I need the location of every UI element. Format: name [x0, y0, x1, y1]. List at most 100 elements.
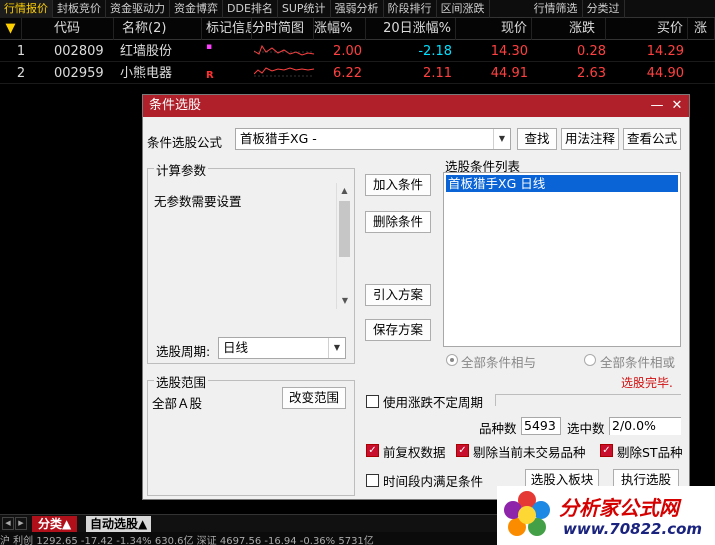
col-more[interactable]: 涨: [688, 18, 715, 40]
index-ticker: 沪 利创 1292.65 -17.42 -1.34% 630.6亿 深证 469…: [0, 536, 374, 545]
col-mark[interactable]: 标记信息: [202, 18, 252, 40]
add-condition-button[interactable]: 加入条件: [365, 174, 431, 196]
tab-quotes[interactable]: 行情报价: [0, 0, 53, 18]
col-change-pct[interactable]: 涨幅%: [314, 18, 366, 40]
tab-stage-rank[interactable]: 阶段排行: [384, 0, 437, 18]
selected-field: 2/0.0%: [609, 417, 681, 435]
tab-category[interactable]: 分类过: [583, 0, 625, 18]
formula-select[interactable]: 首板猎手XG - ▼: [235, 128, 511, 150]
col-code[interactable]: 代码: [22, 18, 114, 40]
condition-select-dialog: 条件选股 — ✕ 条件选股公式 首板猎手XG - ▼ 查找 用法注释 查看公式 …: [142, 94, 690, 500]
scope-group: 选股范围 全部Ａ股 改变范围: [147, 372, 355, 496]
row-delta: 2.63: [577, 66, 606, 81]
row-change20: -2.18: [418, 44, 452, 59]
exclude-st-checkbox[interactable]: ✓: [600, 444, 613, 457]
col-price[interactable]: 现价: [456, 18, 532, 40]
usage-note-button[interactable]: 用法注释: [561, 128, 619, 150]
import-plan-button[interactable]: 引入方案: [365, 284, 431, 306]
fq-checkbox[interactable]: ✓: [366, 444, 379, 457]
table-row[interactable]: 1 002809 红墙股份 ▪ 2.00 -2.18 14.30 0.28 14…: [0, 41, 715, 62]
tab-auto-select[interactable]: 自动选股▲: [86, 516, 152, 532]
row-sparkline: [254, 67, 314, 77]
change-scope-button[interactable]: 改变范围: [282, 387, 346, 409]
chevron-down-icon[interactable]: ▼: [328, 338, 345, 358]
col-bid[interactable]: 买价: [606, 18, 688, 40]
dialog-title-bar[interactable]: 条件选股 — ✕: [143, 95, 689, 117]
scroll-right-icon[interactable]: ▶: [15, 517, 27, 530]
time-range-label: 时间段内满足条件: [383, 474, 484, 489]
scope-value: 全部Ａ股: [152, 396, 203, 411]
calc-params-group: 计算参数 无参数需要设置 ▲ ▼ 选股周期: 日线 ▼: [147, 160, 355, 364]
period-label: 选股周期:: [156, 344, 211, 359]
period-range-field[interactable]: [495, 394, 681, 406]
count-field: 5493: [521, 417, 561, 435]
formula-label: 条件选股公式: [147, 135, 223, 150]
condition-list-item[interactable]: 首板猎手XG 日线: [446, 175, 678, 192]
chevron-down-icon[interactable]: ▼: [493, 129, 510, 149]
use-period-label: 使用涨跌不定周期: [383, 395, 484, 410]
table-row[interactable]: 2 002959 小熊电器 R 6.22 2.11 44.91 2.63 44.…: [0, 63, 715, 84]
calc-params-title: 计算参数: [154, 160, 209, 179]
dialog-title: 条件选股: [149, 98, 202, 113]
close-icon[interactable]: ✕: [667, 95, 687, 117]
col-name[interactable]: 名称(2): [114, 18, 202, 40]
find-button[interactable]: 查找: [517, 128, 557, 150]
params-scrollbar[interactable]: ▲ ▼: [336, 183, 352, 309]
use-period-checkbox[interactable]: [366, 395, 379, 408]
row-price: 14.30: [490, 44, 528, 59]
exclude-st-label: 剔除ST品种: [617, 445, 683, 460]
tab-sup-stats[interactable]: SUP统计: [278, 0, 331, 18]
row-mark: ▪: [206, 42, 213, 52]
scroll-down-icon[interactable]: ▼: [337, 293, 353, 309]
logo-url: www.70822.com: [563, 520, 703, 538]
grid-header: ▼ 代码 名称(2) 标记信息 分时简图 涨幅% 20日涨幅% 现价 涨跌 买价…: [0, 18, 715, 40]
time-range-checkbox[interactable]: [366, 474, 379, 487]
tab-fund-game[interactable]: 资金博弈: [170, 0, 223, 18]
save-plan-button[interactable]: 保存方案: [365, 319, 431, 341]
formula-value: 首板猎手XG -: [240, 131, 317, 146]
row-change-pct: 2.00: [333, 44, 362, 59]
scope-title: 选股范围: [154, 372, 209, 391]
top-tab-bar: 行情报价 封板竞价 资金驱动力 资金博弈 DDE排名 SUP统计 强弱分析 阶段…: [0, 0, 715, 18]
row-mark: R: [206, 70, 214, 81]
tab-range-change[interactable]: 区间涨跌: [437, 0, 490, 18]
tab-strength[interactable]: 强弱分析: [331, 0, 384, 18]
row-bid: 44.90: [646, 66, 684, 81]
radio-or[interactable]: [584, 354, 596, 366]
scroll-up-icon[interactable]: ▲: [337, 183, 352, 199]
radio-and[interactable]: [446, 354, 458, 366]
sort-indicator: ▼: [0, 18, 22, 40]
tab-quote-filter[interactable]: 行情筛选: [530, 0, 583, 18]
bottom-tab-bar: ◀ ▶ 分类▲ 自动选股▲: [0, 514, 520, 532]
row-code: 002809: [54, 44, 104, 59]
tab-dde-rank[interactable]: DDE排名: [223, 0, 278, 18]
col-sparkline[interactable]: 分时简图: [252, 18, 314, 40]
col-delta[interactable]: 涨跌: [532, 18, 606, 40]
row-bid: 14.29: [646, 44, 684, 59]
fq-label: 前复权数据: [383, 445, 446, 460]
row-delta: 0.28: [577, 44, 606, 59]
view-formula-button[interactable]: 查看公式: [623, 128, 681, 150]
row-sparkline: [254, 44, 314, 56]
scroll-left-icon[interactable]: ◀: [2, 517, 14, 530]
exclude-notrade-checkbox[interactable]: ✓: [456, 444, 469, 457]
minimize-icon[interactable]: —: [647, 95, 667, 117]
exclude-notrade-label: 剔除当前未交易品种: [473, 445, 586, 460]
period-value: 日线: [223, 340, 249, 355]
status-text: 选股完毕.: [621, 376, 673, 390]
row-change20: 2.11: [423, 66, 452, 81]
no-params-text: 无参数需要设置: [154, 194, 242, 209]
period-select[interactable]: 日线 ▼: [218, 337, 346, 359]
tab-fund-drive[interactable]: 资金驱动力: [106, 0, 170, 18]
tab-limit-auction[interactable]: 封板竞价: [53, 0, 106, 18]
condition-list[interactable]: 首板猎手XG 日线: [443, 172, 681, 347]
count-label: 品种数: [479, 421, 517, 436]
flower-logo-icon: [504, 491, 550, 536]
row-name: 红墙股份: [120, 44, 173, 59]
col-change20[interactable]: 20日涨幅%: [366, 18, 456, 40]
row-index: 1: [16, 44, 26, 59]
delete-condition-button[interactable]: 删除条件: [365, 211, 431, 233]
scroll-thumb[interactable]: [339, 201, 350, 257]
radio-and-label: 全部条件相与: [461, 355, 537, 370]
tab-category-bottom[interactable]: 分类▲: [32, 516, 78, 532]
